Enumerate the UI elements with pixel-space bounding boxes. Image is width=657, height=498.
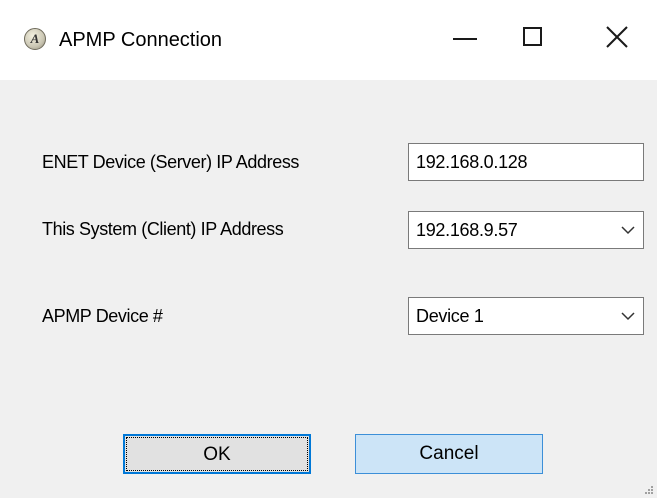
resize-grip-icon[interactable] [643,484,653,494]
ok-button[interactable]: OK [123,434,311,474]
maximize-button[interactable] [515,18,561,58]
client-ip-dropdown[interactable]: 192.168.9.57 [408,211,644,249]
ok-button-label: OK [203,444,231,465]
title-bar[interactable]: A APMP Connection [0,0,657,80]
chevron-down-icon [621,226,635,235]
device-label: APMP Device # [42,306,163,326]
apmp-connection-dialog: A APMP Connection ENET Device (Server) I… [0,0,657,498]
device-dropdown[interactable]: Device 1 [408,297,644,335]
device-value: Device 1 [416,306,484,326]
cancel-button-label: Cancel [419,443,479,464]
client-ip-label: This System (Client) IP Address [42,219,284,239]
client-ip-value: 192.168.9.57 [416,220,518,240]
window-title: APMP Connection [59,29,223,51]
server-ip-input[interactable]: 192.168.0.128 [408,143,644,181]
close-icon [606,26,628,48]
app-icon[interactable]: A [24,28,46,50]
cancel-button[interactable]: Cancel [355,434,543,474]
chevron-down-icon [621,312,635,321]
server-ip-label: ENET Device (Server) IP Address [42,152,300,172]
close-button[interactable] [598,18,644,58]
minimize-button[interactable] [443,18,489,58]
